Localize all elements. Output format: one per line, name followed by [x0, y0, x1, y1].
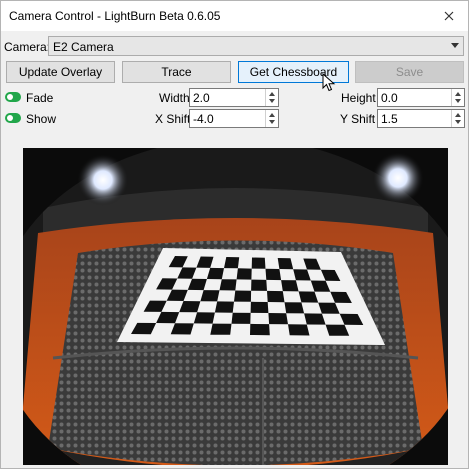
- height-value: 0.0: [381, 91, 398, 105]
- mouse-cursor-icon: [322, 73, 336, 92]
- chessboard-square: [224, 257, 240, 269]
- show-label: Show: [26, 112, 57, 126]
- width-stepper[interactable]: [265, 89, 278, 106]
- x-shift-stepper[interactable]: [265, 110, 278, 127]
- x-shift-value: -4.0: [193, 112, 214, 126]
- chessboard-square: [193, 312, 215, 324]
- chessboard-square: [234, 290, 252, 302]
- arrow-up-icon: [455, 113, 461, 117]
- camera-control-window: Camera Control - LightBurn Beta 0.6.05 C…: [0, 0, 469, 469]
- chessboard-square: [214, 301, 234, 313]
- window-title: Camera Control - LightBurn Beta 0.6.05: [9, 9, 221, 23]
- show-toggle[interactable]: [5, 113, 21, 123]
- camera-preview[interactable]: [23, 148, 448, 465]
- chessboard-square: [288, 324, 310, 336]
- arrow-down-icon: [455, 120, 461, 124]
- chessboard-square: [200, 290, 220, 302]
- x-shift-label: X Shift: [155, 112, 191, 126]
- chessboard-square: [265, 268, 282, 281]
- camera-dropdown-value: E2 Camera: [53, 40, 114, 54]
- arrow-up-icon: [455, 92, 461, 96]
- y-shift-label: Y Shift: [340, 112, 376, 126]
- width-input[interactable]: 2.0: [189, 88, 279, 107]
- arrow-down-icon: [455, 99, 461, 103]
- camera-dropdown[interactable]: E2 Camera: [48, 36, 464, 56]
- arrow-up-icon: [269, 92, 275, 96]
- y-shift-input[interactable]: 1.5: [377, 109, 465, 128]
- x-shift-input[interactable]: -4.0: [189, 109, 279, 128]
- arrow-up-icon: [269, 113, 275, 117]
- y-shift-stepper[interactable]: [451, 110, 464, 127]
- chessboard-square: [250, 301, 269, 313]
- height-label: Height: [341, 91, 376, 105]
- chessboard-square: [231, 312, 251, 324]
- close-icon: [444, 11, 454, 21]
- save-button[interactable]: Save: [355, 61, 464, 83]
- arrow-down-icon: [269, 120, 275, 124]
- height-stepper[interactable]: [451, 89, 464, 106]
- chessboard-square: [251, 257, 266, 269]
- chessboard-square: [219, 279, 237, 291]
- trace-button[interactable]: Trace: [122, 61, 231, 83]
- chessboard-square: [210, 323, 232, 335]
- title-bar[interactable]: Camera Control - LightBurn Beta 0.6.05: [1, 1, 468, 31]
- chessboard-square: [267, 290, 285, 303]
- fade-label: Fade: [26, 91, 54, 105]
- camera-label: Camera:: [4, 40, 51, 54]
- chessboard-square: [250, 323, 270, 336]
- chessboard-square: [236, 268, 252, 280]
- chessboard-square: [281, 280, 299, 292]
- chessboard-square: [284, 302, 305, 314]
- chevron-down-icon: [451, 43, 459, 48]
- close-button[interactable]: [440, 7, 458, 25]
- y-shift-value: 1.5: [381, 112, 398, 126]
- fade-toggle[interactable]: [5, 92, 21, 102]
- chessboard-square: [251, 279, 267, 291]
- camera-image: [23, 148, 448, 465]
- chessboard-square: [304, 313, 326, 325]
- arrow-down-icon: [269, 99, 275, 103]
- width-value: 2.0: [193, 91, 210, 105]
- update-overlay-button[interactable]: Update Overlay: [6, 61, 115, 83]
- chessboard-square: [268, 313, 288, 325]
- width-label: Width: [159, 91, 190, 105]
- height-input[interactable]: 0.0: [377, 88, 465, 107]
